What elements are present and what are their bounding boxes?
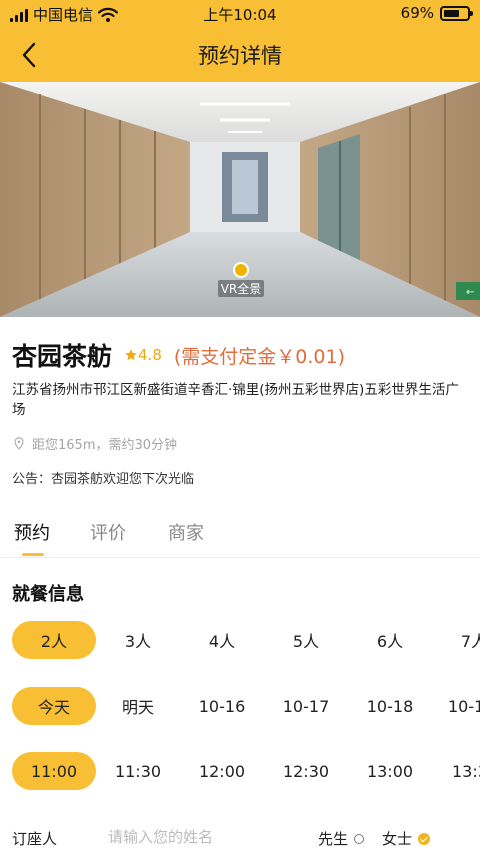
- tab-reviews[interactable]: 评价: [90, 519, 126, 545]
- date-option[interactable]: 10-17: [274, 687, 338, 725]
- party-size-option[interactable]: 7人: [446, 621, 480, 659]
- location-pin-icon: [14, 437, 24, 450]
- battery-level: [444, 9, 460, 17]
- battery-icon: [440, 5, 473, 21]
- distance-info: 距您165m，需约30分钟: [14, 434, 177, 453]
- rating-value: 4.8: [138, 346, 162, 364]
- tab-bar: 预约 评价 商家: [0, 514, 480, 558]
- vr-badge[interactable]: VR全景: [216, 262, 266, 298]
- vr-label: VR全景: [217, 280, 265, 297]
- gender-option-ms[interactable]: 女士: [382, 828, 431, 849]
- party-size-option[interactable]: 4人: [194, 621, 250, 659]
- date-option[interactable]: 10-16: [190, 687, 254, 725]
- date-option[interactable]: 明天: [106, 687, 170, 725]
- deposit-note: (需支付定金￥0.01): [173, 345, 346, 368]
- date-option[interactable]: 10-19: [448, 687, 480, 725]
- time-option[interactable]: 13:30: [452, 752, 480, 790]
- time-option[interactable]: 11:00: [12, 752, 96, 790]
- party-size-row: 2人 3人 4人 5人 6人 7人: [0, 621, 480, 661]
- radio-checked-icon: [418, 832, 431, 845]
- battery-percent: 69%: [400, 4, 434, 22]
- booker-name-input[interactable]: [108, 824, 288, 850]
- time-option[interactable]: 13:00: [358, 752, 422, 790]
- gender-label: 先生: [318, 830, 349, 848]
- time-option[interactable]: 12:00: [190, 752, 254, 790]
- radio-unchecked-icon: [354, 833, 365, 844]
- tab-booking[interactable]: 预约: [14, 519, 50, 545]
- time-option[interactable]: 11:30: [106, 752, 170, 790]
- svg-text:←: ←: [466, 287, 474, 298]
- vr-panorama-image[interactable]: ← VR全景: [0, 82, 480, 317]
- shop-header: 杏园茶舫 4.8 (需支付定金￥0.01): [12, 338, 345, 372]
- dining-info-title: 就餐信息: [12, 584, 84, 605]
- gender-label: 女士: [382, 830, 413, 848]
- date-option[interactable]: 今天: [12, 687, 96, 725]
- shop-address: 江苏省扬州市邗江区新盛街道辛香汇·锦里(扬州五彩世界店)五彩世界生活广场: [12, 382, 459, 418]
- gender-option-mr[interactable]: 先生: [318, 828, 365, 849]
- star-icon: [125, 349, 137, 361]
- date-row: 今天 明天 10-16 10-17 10-18 10-19: [0, 687, 480, 727]
- vr-panorama-icon: [233, 262, 249, 278]
- tab-merchant[interactable]: 商家: [168, 519, 204, 545]
- party-size-option[interactable]: 6人: [362, 621, 418, 659]
- distance-text: 距您165m，需约30分钟: [32, 438, 178, 453]
- status-right: 69%: [400, 4, 473, 22]
- booker-form-row: 订座人 先生 女士: [0, 822, 480, 853]
- nav-bar: 预约详情: [0, 28, 480, 82]
- booker-label: 订座人: [12, 830, 58, 848]
- party-size-option[interactable]: 3人: [110, 621, 166, 659]
- time-row: 11:00 11:30 12:00 12:30 13:00 13:30: [0, 752, 480, 792]
- shop-notice: 公告：杏园茶舫欢迎您下次光临: [12, 472, 195, 487]
- party-size-option[interactable]: 5人: [278, 621, 334, 659]
- status-bar: 中国电信 上午10:04 69%: [0, 0, 480, 28]
- party-size-option[interactable]: 2人: [12, 621, 96, 659]
- page-title: 预约详情: [198, 44, 282, 68]
- rating: 4.8: [124, 346, 162, 364]
- time-option[interactable]: 12:30: [274, 752, 338, 790]
- date-option[interactable]: 10-18: [358, 687, 422, 725]
- active-tab-indicator: [22, 553, 44, 556]
- shop-name: 杏园茶舫: [12, 342, 113, 371]
